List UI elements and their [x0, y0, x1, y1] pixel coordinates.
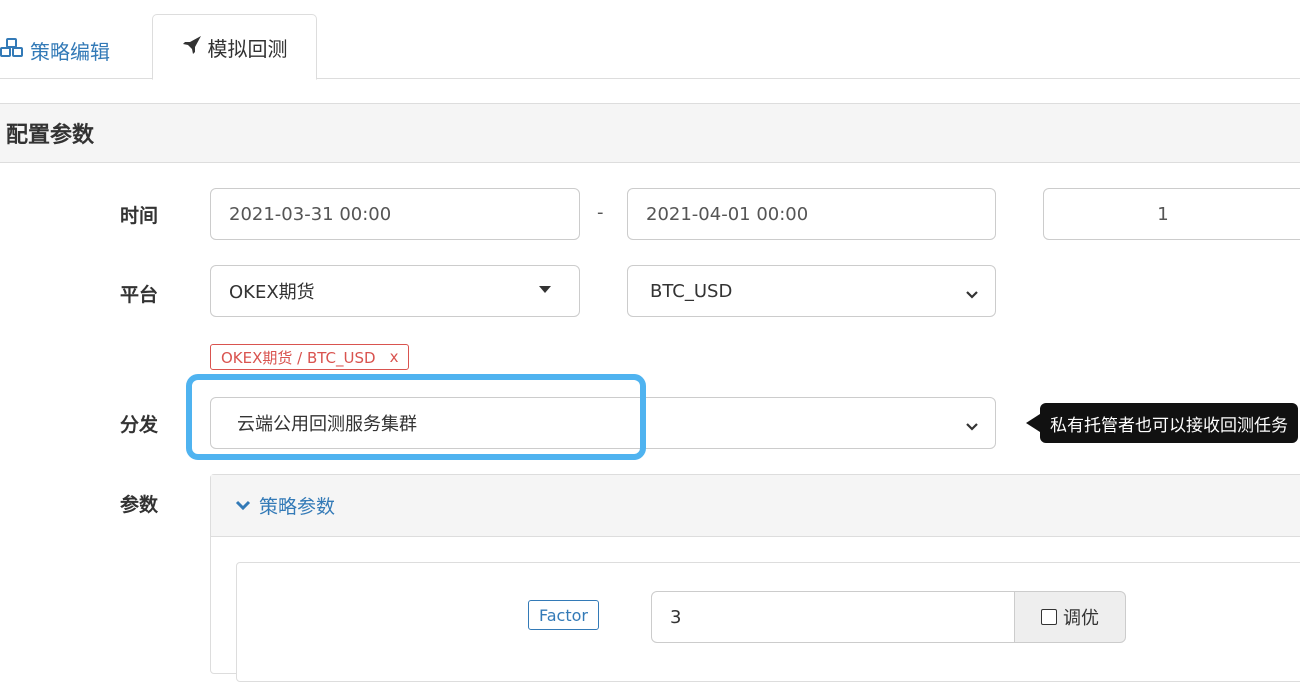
- time-label: 时间: [120, 205, 159, 227]
- end-time-value: 2021-04-01 00:00: [646, 203, 809, 225]
- section-header: 配置参数: [0, 103, 1300, 163]
- factor-label-text: Factor: [539, 605, 588, 625]
- chevron-down-icon: [235, 495, 251, 517]
- time-separator: -: [597, 202, 604, 223]
- tune-checkbox-addon[interactable]: 调优: [1014, 591, 1126, 643]
- tune-label: 调优: [1063, 608, 1099, 629]
- tab-backtest[interactable]: 模拟回测: [152, 14, 317, 80]
- dispatch-tooltip: 私有托管者也可以接收回测任务: [1040, 403, 1298, 443]
- caret-down-icon: [539, 286, 551, 293]
- platform-tag-text: OKEX期货 / BTC_USD: [221, 348, 376, 367]
- factor-label: Factor: [528, 600, 599, 630]
- exchange-select[interactable]: OKEX期货: [210, 265, 580, 317]
- highlight-box: [186, 374, 646, 460]
- rocket-icon: [182, 35, 202, 60]
- dispatch-label: 分发: [120, 414, 159, 436]
- section-title: 配置参数: [6, 123, 95, 148]
- pair-value: BTC_USD: [650, 280, 733, 302]
- tab-backtest-label: 模拟回测: [207, 36, 288, 61]
- period-value: 1: [1157, 203, 1169, 225]
- chevron-down-icon: [965, 285, 979, 306]
- platform-tag: OKEX期货 / BTC_USD x: [210, 344, 410, 370]
- params-label: 参数: [120, 494, 159, 516]
- start-time-value: 2021-03-31 00:00: [229, 203, 392, 225]
- platform-label: 平台: [120, 284, 159, 306]
- cubes-icon: [0, 37, 24, 63]
- period-input[interactable]: 1: [1043, 188, 1300, 240]
- exchange-value: OKEX期货: [229, 282, 315, 303]
- tab-strategy-edit-label: 策略编辑: [30, 39, 110, 64]
- dispatch-tooltip-text: 私有托管者也可以接收回测任务: [1050, 415, 1288, 436]
- pair-select[interactable]: BTC_USD: [627, 265, 996, 317]
- end-time-input[interactable]: 2021-04-01 00:00: [627, 188, 996, 240]
- platform-tag-remove[interactable]: x: [390, 348, 399, 366]
- tune-checkbox[interactable]: [1041, 609, 1057, 625]
- tab-strategy-edit[interactable]: 策略编辑: [0, 30, 110, 70]
- tooltip-arrow: [1026, 414, 1040, 432]
- factor-input[interactable]: 3: [651, 591, 1015, 643]
- factor-value: 3: [670, 606, 682, 628]
- params-panel-header[interactable]: 策略参数: [211, 475, 1300, 537]
- chevron-down-icon: [965, 417, 979, 438]
- start-time-input[interactable]: 2021-03-31 00:00: [210, 188, 580, 240]
- params-panel-title: 策略参数: [259, 496, 336, 518]
